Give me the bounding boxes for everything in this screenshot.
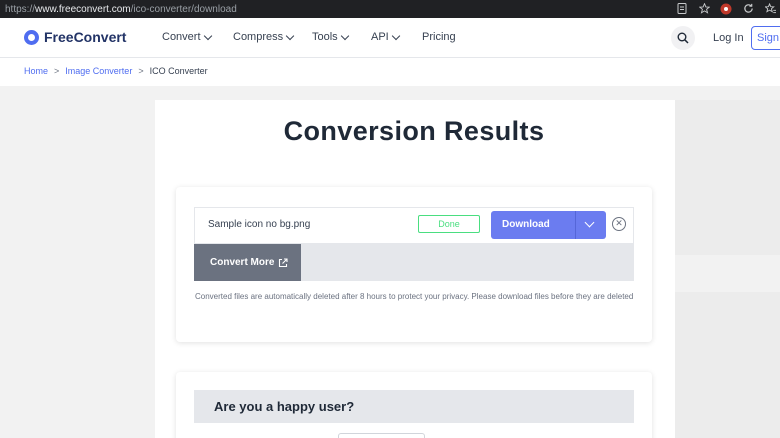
breadcrumb-home[interactable]: Home: [24, 66, 48, 76]
bookmark-star-icon[interactable]: [698, 2, 710, 15]
nav-label: Tools: [312, 31, 338, 43]
logo-icon: [24, 29, 39, 45]
nav-compress[interactable]: Compress: [233, 31, 312, 43]
url-host: www.freeconvert.com: [35, 3, 131, 15]
page-info-icon[interactable]: [676, 2, 688, 15]
chevron-down-icon: [340, 31, 349, 40]
nav-convert[interactable]: Convert: [162, 31, 233, 43]
favorites-icon[interactable]: [764, 2, 776, 15]
feedback-option[interactable]: [338, 433, 425, 438]
nav-label: API: [371, 31, 389, 43]
file-row: Sample icon no bg.png Done Download ✕: [194, 207, 634, 244]
convert-more-button[interactable]: Convert More: [194, 244, 301, 281]
download-button[interactable]: Download: [491, 211, 606, 239]
side-ad-panel-lower: [675, 292, 780, 438]
signup-button[interactable]: Sign Up: [751, 26, 780, 50]
download-divider: [575, 211, 576, 239]
convert-more-label: Convert More: [210, 257, 275, 268]
feedback-question: Are you a happy user?: [214, 399, 355, 414]
breadcrumb-image-converter[interactable]: Image Converter: [65, 66, 132, 76]
feedback-header: Are you a happy user?: [194, 390, 634, 423]
sync-icon[interactable]: [742, 2, 754, 15]
url-scheme: https://: [5, 3, 36, 15]
search-icon: [677, 32, 689, 44]
brand-name: FreeConvert: [44, 29, 127, 45]
extension-icon[interactable]: [720, 2, 732, 15]
breadcrumb: Home > Image Converter > ICO Converter: [24, 66, 208, 76]
search-button[interactable]: [671, 26, 695, 50]
nav-tools[interactable]: Tools: [312, 31, 371, 43]
chevron-down-icon: [203, 31, 212, 40]
breadcrumb-current: ICO Converter: [149, 66, 208, 76]
chevron-down-icon: [391, 31, 400, 40]
breadcrumb-separator: >: [54, 66, 60, 76]
status-badge: Done: [418, 215, 480, 233]
breadcrumb-separator: >: [138, 66, 144, 76]
site-header: FreeConvert Convert Compress Tools API P…: [0, 18, 780, 58]
close-icon[interactable]: ✕: [612, 217, 626, 231]
breadcrumb-bar: Home > Image Converter > ICO Converter: [0, 58, 780, 86]
brand-logo[interactable]: FreeConvert: [24, 29, 126, 45]
download-label: Download: [502, 219, 550, 230]
chevron-down-icon[interactable]: [584, 217, 595, 228]
chevron-down-icon: [285, 31, 295, 40]
external-link-icon: [279, 257, 289, 267]
nav-api[interactable]: API: [371, 31, 422, 43]
nav-label: Convert: [162, 31, 201, 43]
convert-more-strip: Convert More: [194, 244, 634, 281]
url-field[interactable]: https://www.freeconvert.com/ico-converte…: [0, 4, 237, 15]
url-path: /ico-converter/download: [130, 3, 237, 15]
page-title: Conversion Results: [283, 116, 545, 146]
nav-pricing[interactable]: Pricing: [422, 31, 456, 43]
nav-label: Pricing: [422, 31, 456, 43]
nav-label: Compress: [233, 31, 284, 43]
browser-address-bar: https://www.freeconvert.com/ico-converte…: [0, 0, 780, 18]
file-name: Sample icon no bg.png: [208, 219, 311, 230]
privacy-note: Converted files are automatically delete…: [195, 292, 634, 301]
main-nav: Convert Compress Tools API Pricing: [162, 31, 456, 43]
login-link[interactable]: Log In: [713, 32, 744, 44]
